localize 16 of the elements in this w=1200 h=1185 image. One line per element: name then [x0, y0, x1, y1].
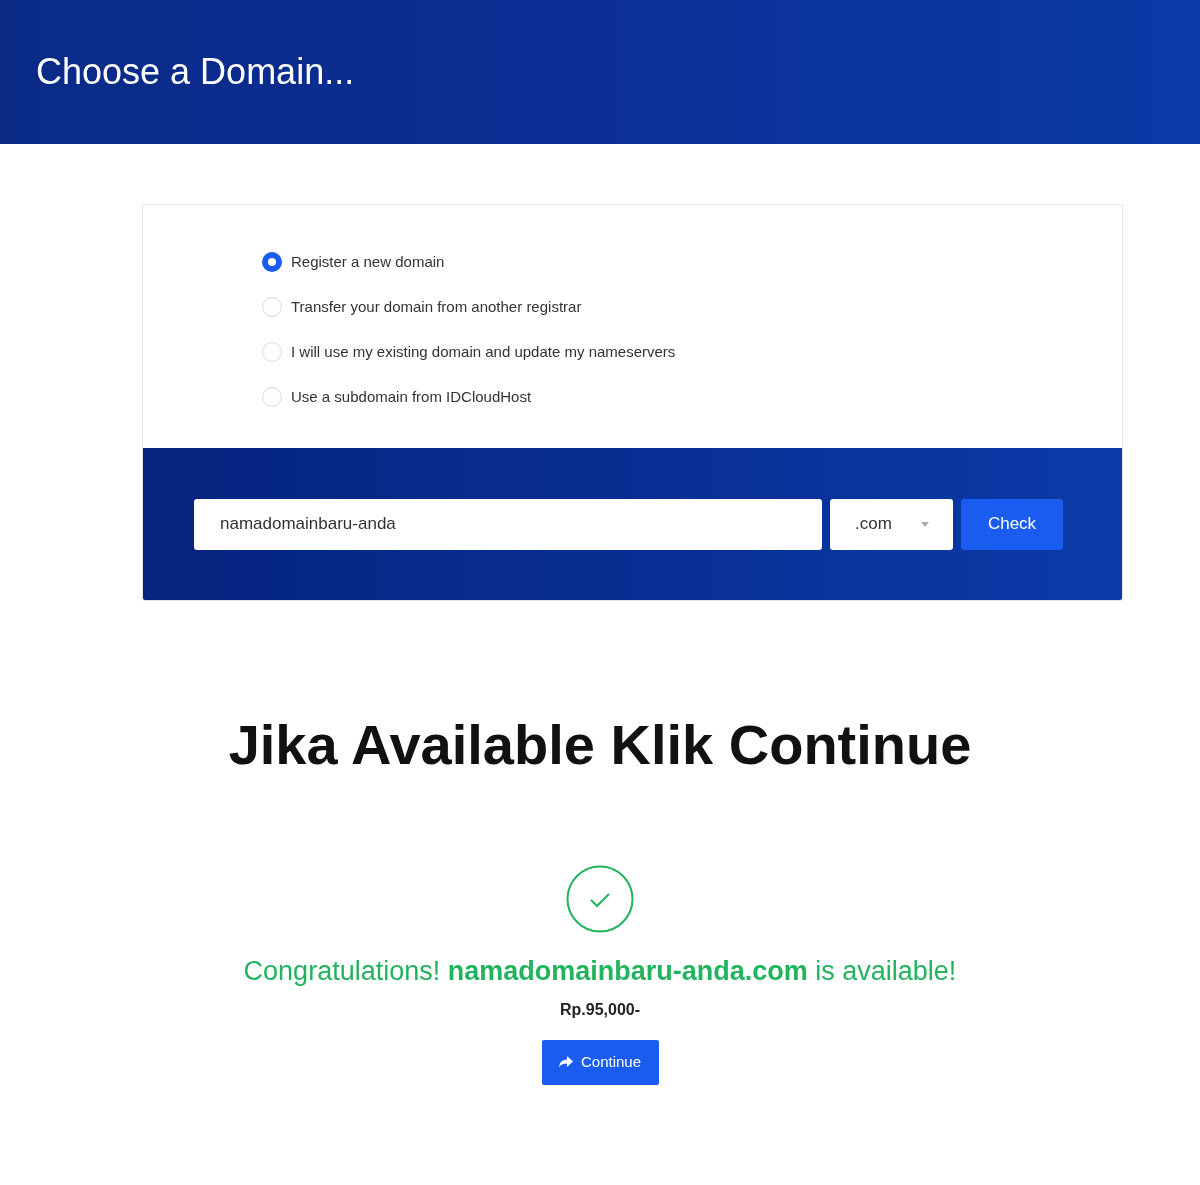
page-title: Choose a Domain...: [36, 50, 355, 94]
caret-icon: [921, 521, 929, 527]
domain-price: Rp.95,000-: [559, 999, 640, 1020]
continue-button[interactable]: Continue: [541, 1039, 659, 1085]
checkmark-circle-icon: [566, 865, 634, 933]
share-arrow-icon: [558, 1056, 573, 1068]
tld-select[interactable]: .com: [830, 498, 953, 550]
domain-input[interactable]: namadomainbaru-anda: [194, 498, 822, 550]
check-button[interactable]: Check: [961, 498, 1063, 550]
domain-option[interactable]: Use a subdomain from IDCloudHost: [262, 386, 1122, 408]
domain-option[interactable]: I will use my existing domain and update my nameservers: [262, 341, 1122, 363]
domain-option[interactable]: Register a new domain: [262, 251, 1122, 273]
availability-message: Congratulations! namadomainbaru-anda.com is available!: [243, 955, 957, 988]
domain-option[interactable]: Transfer your domain from another registrar: [262, 296, 1122, 318]
section-heading: Jika Available Klik Continue: [227, 717, 973, 773]
radio-button[interactable]: [262, 252, 282, 272]
